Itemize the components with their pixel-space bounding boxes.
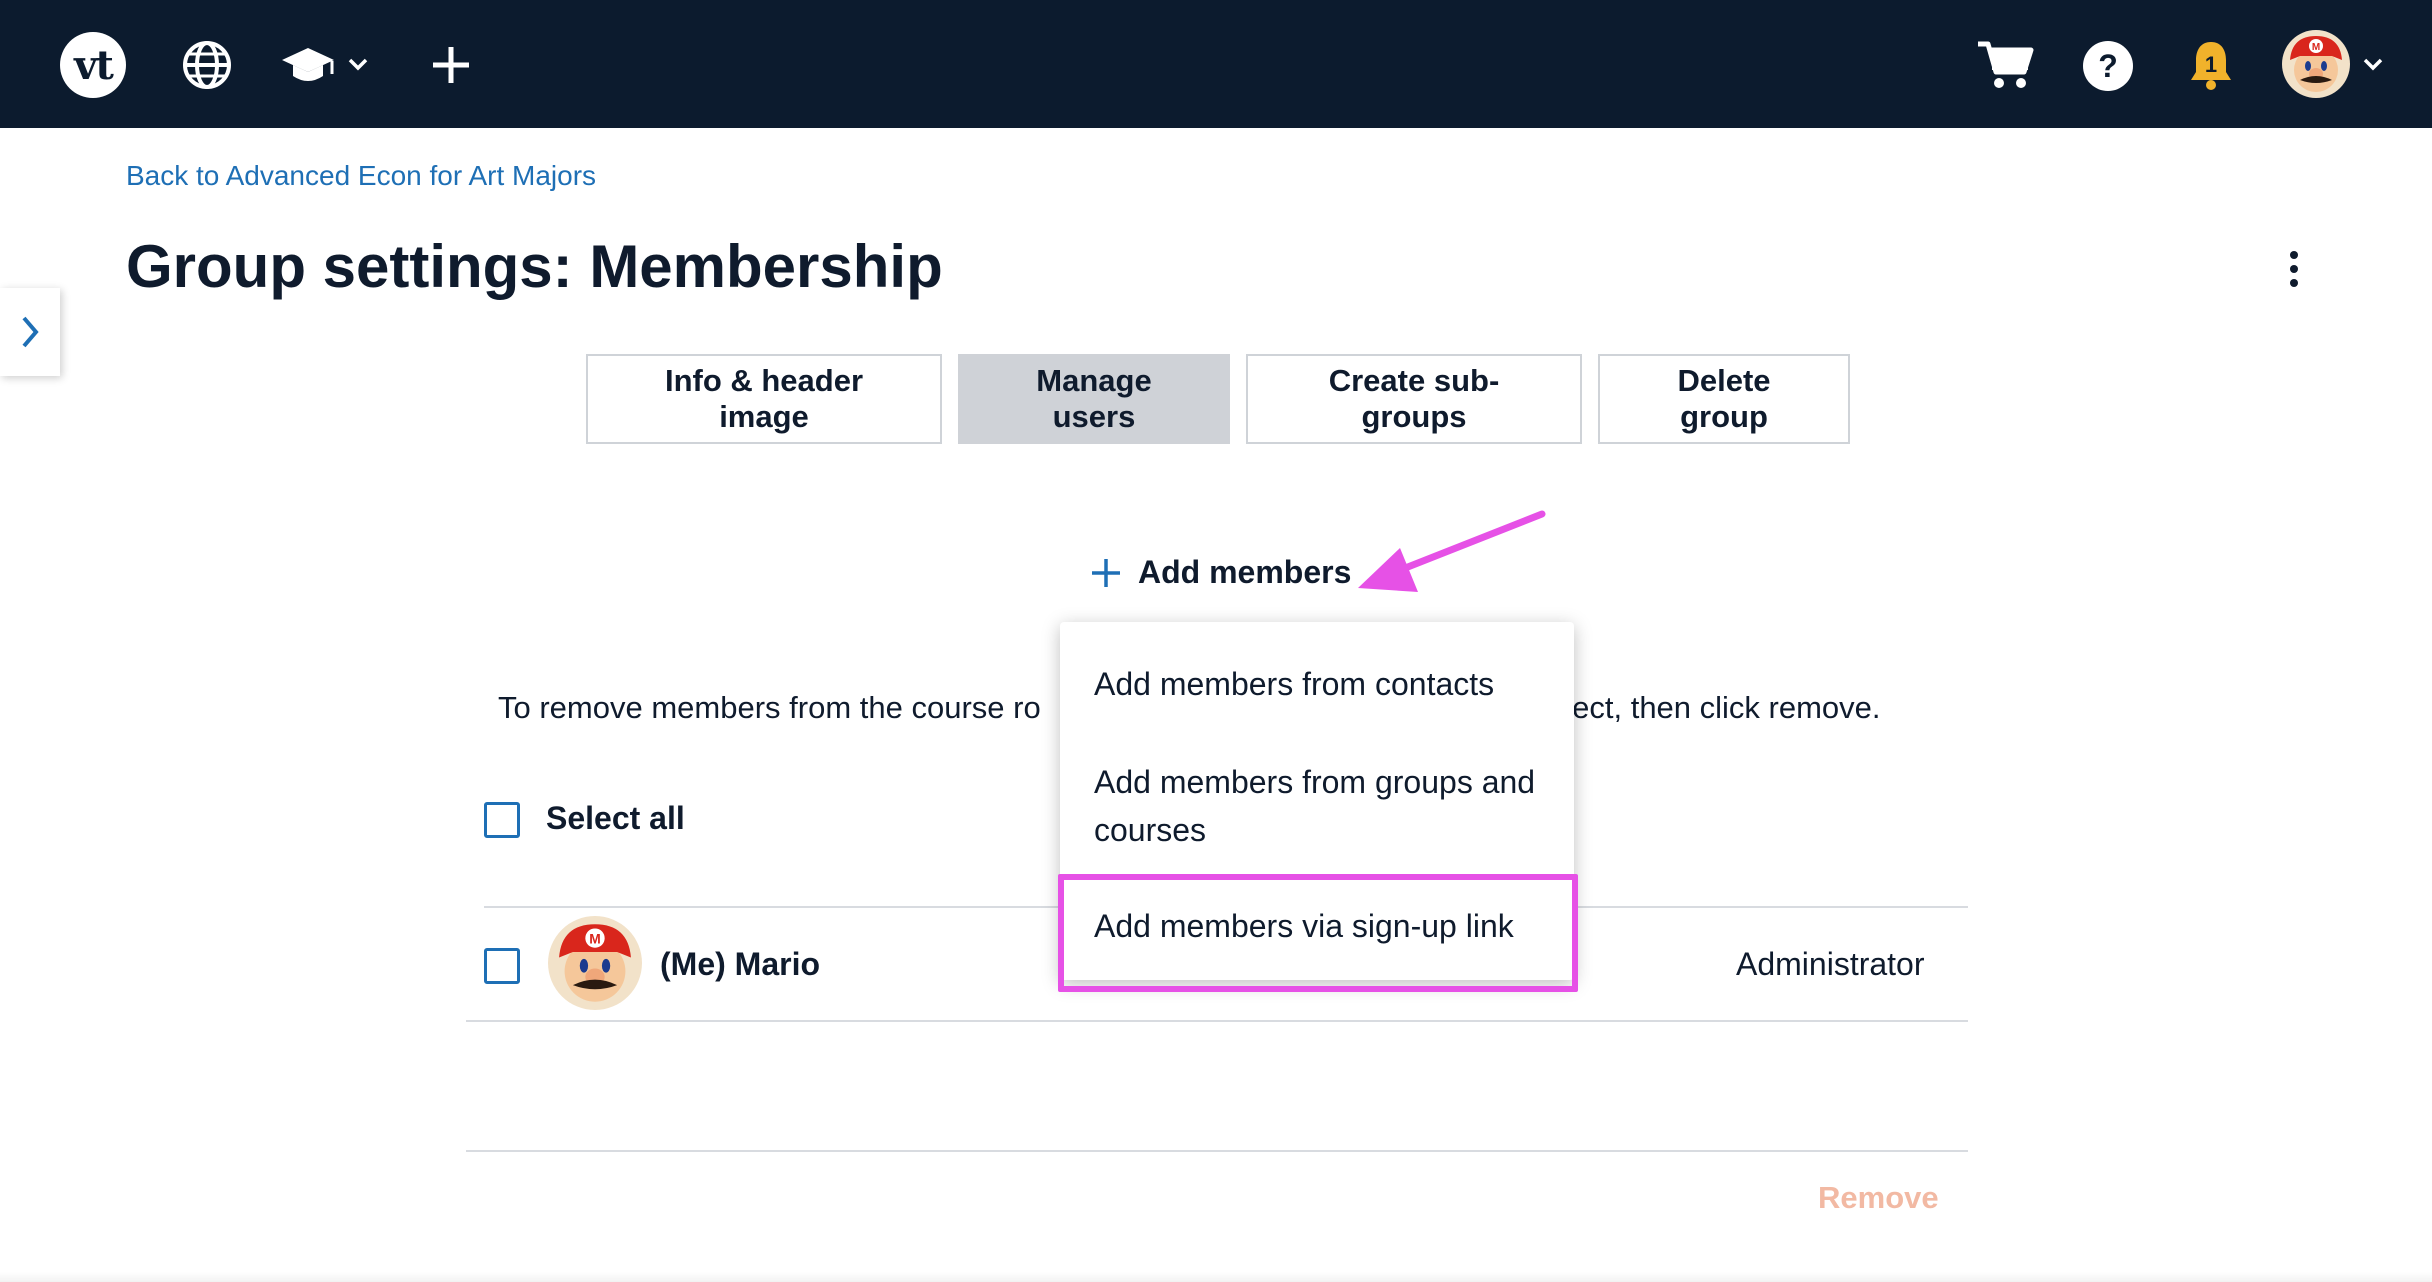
sidebar-toggle[interactable]	[0, 288, 60, 376]
menu-item-add-from-groups-courses[interactable]: Add members from groups and courses	[1094, 758, 1554, 854]
mario-avatar-icon: M	[559, 924, 631, 1002]
add-members-button[interactable]: Add members	[1090, 554, 1351, 591]
top-nav-bar: vt ? 1 M	[0, 0, 2432, 128]
select-all-label: Select all	[546, 800, 685, 836]
plus-icon[interactable]	[426, 40, 476, 90]
chevron-right-icon	[22, 316, 39, 348]
user-avatar[interactable]: M	[2282, 30, 2350, 98]
instructions-text-right: elect, then click remove.	[1548, 690, 1881, 725]
cart-icon[interactable]	[1974, 36, 2036, 94]
help-icon[interactable]: ?	[2080, 38, 2136, 94]
svg-text:M: M	[2312, 42, 2320, 53]
select-all-checkbox[interactable]	[484, 802, 520, 838]
bell-icon[interactable]: 1	[2186, 36, 2236, 94]
divider	[466, 1020, 1968, 1022]
member-checkbox[interactable]	[484, 948, 520, 984]
remove-button[interactable]: Remove	[1818, 1180, 1939, 1216]
member-name: (Me) Mario	[660, 946, 820, 982]
settings-tabs: Info & header image Manage users Create …	[586, 354, 1850, 444]
tab-info-header-image[interactable]: Info & header image	[586, 354, 942, 444]
more-options-icon[interactable]	[2276, 246, 2312, 292]
chevron-down-icon[interactable]	[2362, 56, 2384, 74]
annotation-arrow-icon	[1358, 510, 1546, 592]
vt-logo[interactable]: vt	[60, 32, 126, 98]
globe-icon[interactable]	[176, 34, 238, 96]
plus-icon	[1092, 558, 1120, 587]
instructions-text-left: To remove members from the course ro	[498, 690, 1041, 725]
menu-item-add-from-contacts[interactable]: Add members from contacts	[1094, 660, 1554, 708]
back-link[interactable]: Back to Advanced Econ for Art Majors	[126, 160, 596, 192]
svg-text:?: ?	[2098, 48, 2118, 84]
add-members-label: Add members	[1138, 554, 1352, 590]
mario-avatar-icon: M	[2290, 36, 2342, 92]
footer-shadow	[0, 1272, 2432, 1282]
divider	[466, 1150, 1968, 1152]
annotation-highlight-box	[1058, 874, 1578, 992]
courses-menu[interactable]	[282, 40, 374, 90]
graduation-cap-icon	[282, 48, 368, 81]
member-role: Administrator	[1736, 946, 1925, 982]
tab-manage-users[interactable]: Manage users	[958, 354, 1230, 444]
page-title: Group settings: Membership	[126, 233, 943, 300]
tab-create-sub-groups[interactable]: Create sub-groups	[1246, 354, 1582, 444]
svg-text:M: M	[589, 931, 601, 947]
avatar: M	[548, 916, 642, 1010]
chevron-down-icon	[348, 58, 368, 71]
svg-text:1: 1	[2205, 52, 2217, 77]
tab-delete-group[interactable]: Delete group	[1598, 354, 1850, 444]
